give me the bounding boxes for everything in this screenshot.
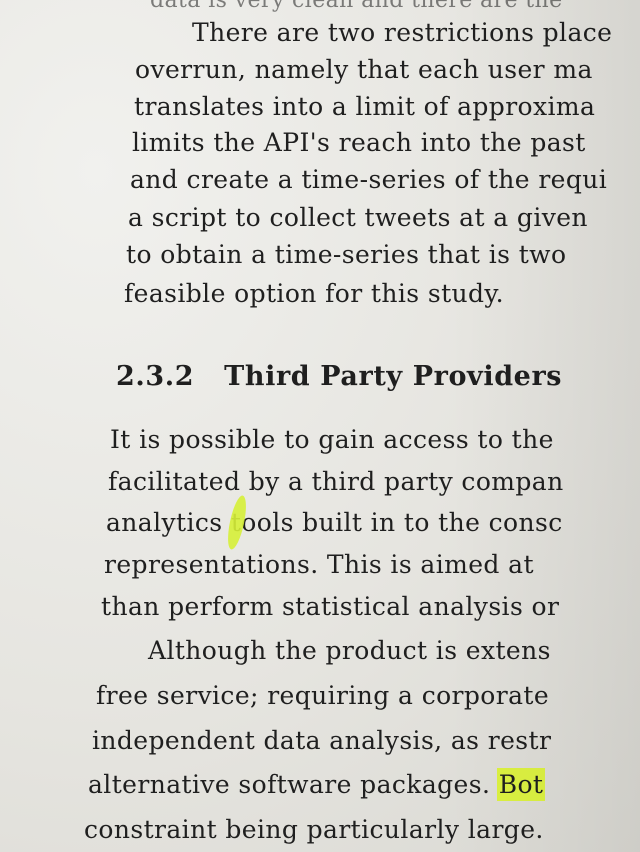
text-line: It is possible to gain access to the: [110, 425, 554, 454]
highlighted-text: Bot: [498, 770, 544, 799]
text-line: Although the product is extens: [148, 636, 551, 665]
text-line: constraint being particularly large.: [84, 815, 544, 844]
text-line: facilitated by a third party compan: [108, 467, 564, 496]
text-line: limits the API's reach into the past: [132, 128, 586, 157]
book-page-photo: data is very clean and there are the The…: [0, 0, 640, 852]
text-line: overrun, namely that each user ma: [135, 55, 593, 84]
text-line: free service; requiring a corporate: [96, 681, 550, 710]
text-line: alternative software packages. Bot: [88, 770, 544, 800]
section-heading: 2.3.2 Third Party Providers: [116, 362, 562, 392]
text-line: independent data analysis, as restr: [92, 726, 552, 755]
text-line: a script to collect tweets at a given: [128, 203, 588, 232]
section-title: Third Party Providers: [224, 361, 563, 392]
section-number: 2.3.2: [116, 361, 195, 392]
text-line: feasible option for this study.: [124, 279, 504, 308]
text-line: representations. This is aimed at: [104, 550, 534, 579]
text-line: translates into a limit of approxima: [134, 92, 596, 121]
text-line: There are two restrictions place: [192, 18, 613, 47]
text-line: to obtain a time-series that is two: [126, 240, 567, 269]
text-line-part: alternative software packages.: [88, 770, 491, 799]
cut-off-top-line: data is very clean and there are the: [150, 0, 563, 13]
text-line: than perform statistical analysis or: [101, 592, 560, 621]
text-line: and create a time-series of the requi: [130, 165, 608, 194]
text-line: analytics tools built in to the consc: [106, 508, 563, 537]
